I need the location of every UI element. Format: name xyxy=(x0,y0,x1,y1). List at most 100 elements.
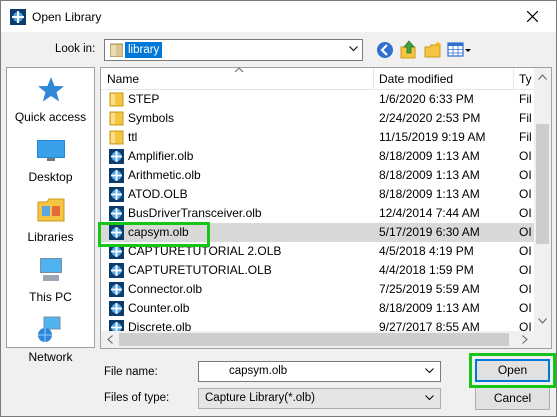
file-name: BusDriverTransceiver.olb xyxy=(128,206,262,220)
desktop-icon xyxy=(37,140,65,161)
file-row[interactable]: BusDriverTransceiver.olb 12/4/2014 7:44 A… xyxy=(101,204,534,223)
file-row[interactable]: capsym.olb 5/17/2019 6:30 AM OI xyxy=(101,223,534,242)
file-type: OI xyxy=(519,149,532,163)
column-name[interactable]: Name xyxy=(101,68,372,90)
vertical-scroll-thumb[interactable] xyxy=(536,124,549,244)
place-label: Libraries xyxy=(27,230,74,244)
place-desktop[interactable]: Desktop xyxy=(7,132,94,190)
library-file-icon xyxy=(109,301,124,316)
cancel-button[interactable]: Cancel xyxy=(475,387,550,410)
places-bar: Quick access Desktop Libraries This PC N… xyxy=(6,67,95,364)
file-list[interactable]: Name Date modified Ty STEP 1/6/2020 6:33 … xyxy=(100,67,552,349)
library-file-icon xyxy=(109,168,124,183)
file-row[interactable]: CAPTURETUTORIAL 2.OLB 4/5/2018 4:19 PM OI xyxy=(101,242,534,261)
folder-icon xyxy=(109,111,124,126)
open-button[interactable]: Open xyxy=(475,359,550,382)
computer-icon xyxy=(40,258,62,281)
file-row[interactable]: ATOD.OLB 8/18/2009 1:13 AM OI xyxy=(101,185,534,204)
back-arrow-icon xyxy=(377,42,393,58)
filetype-select[interactable]: Capture Library(*.olb) xyxy=(198,388,441,409)
back-button[interactable] xyxy=(375,40,395,60)
close-button[interactable] xyxy=(510,1,556,32)
horizontal-scrollbar[interactable] xyxy=(101,331,534,348)
library-file-icon xyxy=(109,149,124,164)
file-type: OI xyxy=(519,187,532,201)
scroll-up-icon[interactable] xyxy=(538,74,547,80)
folder-icon xyxy=(109,130,124,145)
horizontal-scroll-thumb[interactable] xyxy=(119,333,509,346)
title-bar: Open Library xyxy=(1,1,556,32)
file-row[interactable]: Connector.olb 7/25/2019 5:59 AM OI xyxy=(101,280,534,299)
view-menu-button[interactable] xyxy=(447,40,473,60)
new-folder-icon xyxy=(424,41,441,58)
view-grid-icon xyxy=(447,42,471,57)
vertical-scrollbar[interactable] xyxy=(534,68,551,331)
chevron-down-icon xyxy=(349,46,358,52)
scroll-left-icon[interactable] xyxy=(107,335,113,344)
file-rows: STEP 1/6/2020 6:33 PM Fil Symbols 2/24/2020 … xyxy=(101,90,534,337)
lookin-label: Look in: xyxy=(55,43,96,55)
file-type: OI xyxy=(519,282,532,296)
file-name: Connector.olb xyxy=(128,282,203,296)
place-label: Network xyxy=(28,350,73,364)
star-icon xyxy=(38,77,64,102)
folder-row[interactable]: ttl 11/15/2019 9:19 AM Fil xyxy=(101,128,534,147)
place-libraries[interactable]: Libraries xyxy=(7,192,94,250)
file-type: OI xyxy=(519,244,532,258)
file-date: 8/18/2009 1:13 AM xyxy=(379,149,480,163)
lookin-value: library xyxy=(125,42,163,58)
file-date: 8/18/2009 1:13 AM xyxy=(379,301,480,315)
filename-input[interactable]: capsym.olb xyxy=(198,361,441,382)
file-row[interactable]: Arithmetic.olb 8/18/2009 1:13 AM OI xyxy=(101,166,534,185)
lookin-combo[interactable]: library xyxy=(104,39,363,61)
file-date: 2/24/2020 2:53 PM xyxy=(379,111,481,125)
file-date: 7/25/2019 5:59 AM xyxy=(379,282,480,296)
file-name: Counter.olb xyxy=(128,301,190,315)
file-date: 12/4/2014 7:44 AM xyxy=(379,206,480,220)
filetype-label: Files of type: xyxy=(104,392,170,404)
scroll-corner xyxy=(534,331,551,348)
file-name: CAPTURETUTORIAL.OLB xyxy=(128,263,272,277)
folder-row[interactable]: STEP 1/6/2020 6:33 PM Fil xyxy=(101,90,534,109)
chevron-down-icon xyxy=(425,395,434,401)
chevron-down-icon[interactable] xyxy=(425,368,434,374)
file-name: capsym.olb xyxy=(128,225,189,239)
file-type: OI xyxy=(519,168,532,182)
file-date: 4/5/2018 4:19 PM xyxy=(379,244,474,258)
file-name: CAPTURETUTORIAL 2.OLB xyxy=(128,244,282,258)
file-row[interactable]: CAPTURETUTORIAL.OLB 4/4/2018 1:59 PM OI xyxy=(101,261,534,280)
new-folder-button[interactable] xyxy=(423,40,443,60)
file-type: Fil xyxy=(519,111,532,125)
file-name: Amplifier.olb xyxy=(128,149,194,163)
file-name: STEP xyxy=(128,92,160,106)
scroll-down-icon[interactable] xyxy=(538,318,547,324)
library-file-icon xyxy=(109,282,124,297)
library-file-icon xyxy=(109,187,124,202)
place-label: Desktop xyxy=(28,170,73,184)
file-date: 8/18/2009 1:13 AM xyxy=(379,168,480,182)
column-date[interactable]: Date modified xyxy=(373,68,513,90)
place-quick-access[interactable]: Quick access xyxy=(7,72,94,130)
window-title: Open Library xyxy=(32,10,102,24)
folder-icon xyxy=(110,43,123,57)
filename-label: File name: xyxy=(104,366,158,378)
file-type: Fil xyxy=(519,130,532,144)
network-icon xyxy=(38,316,61,342)
app-icon xyxy=(10,9,26,25)
filename-value: capsym.olb xyxy=(229,365,288,377)
open-library-dialog: Open Library Look in: library Quick acce… xyxy=(0,0,557,417)
library-file-icon xyxy=(109,225,124,240)
file-name: ATOD.OLB xyxy=(128,187,188,201)
up-folder-button[interactable] xyxy=(399,40,419,60)
scroll-right-icon[interactable] xyxy=(522,335,528,344)
library-file-icon xyxy=(109,206,124,221)
file-date: 8/18/2009 1:13 AM xyxy=(379,187,480,201)
file-row[interactable]: Amplifier.olb 8/18/2009 1:13 AM OI xyxy=(101,147,534,166)
place-label: This PC xyxy=(29,290,72,304)
file-type: OI xyxy=(519,206,532,220)
place-this-pc[interactable]: This PC xyxy=(7,252,94,310)
file-row[interactable]: Counter.olb 8/18/2009 1:13 AM OI xyxy=(101,299,534,318)
place-network[interactable]: Network xyxy=(7,312,94,370)
folder-row[interactable]: Symbols 2/24/2020 2:53 PM Fil xyxy=(101,109,534,128)
file-date: 5/17/2019 6:30 AM xyxy=(379,225,480,239)
